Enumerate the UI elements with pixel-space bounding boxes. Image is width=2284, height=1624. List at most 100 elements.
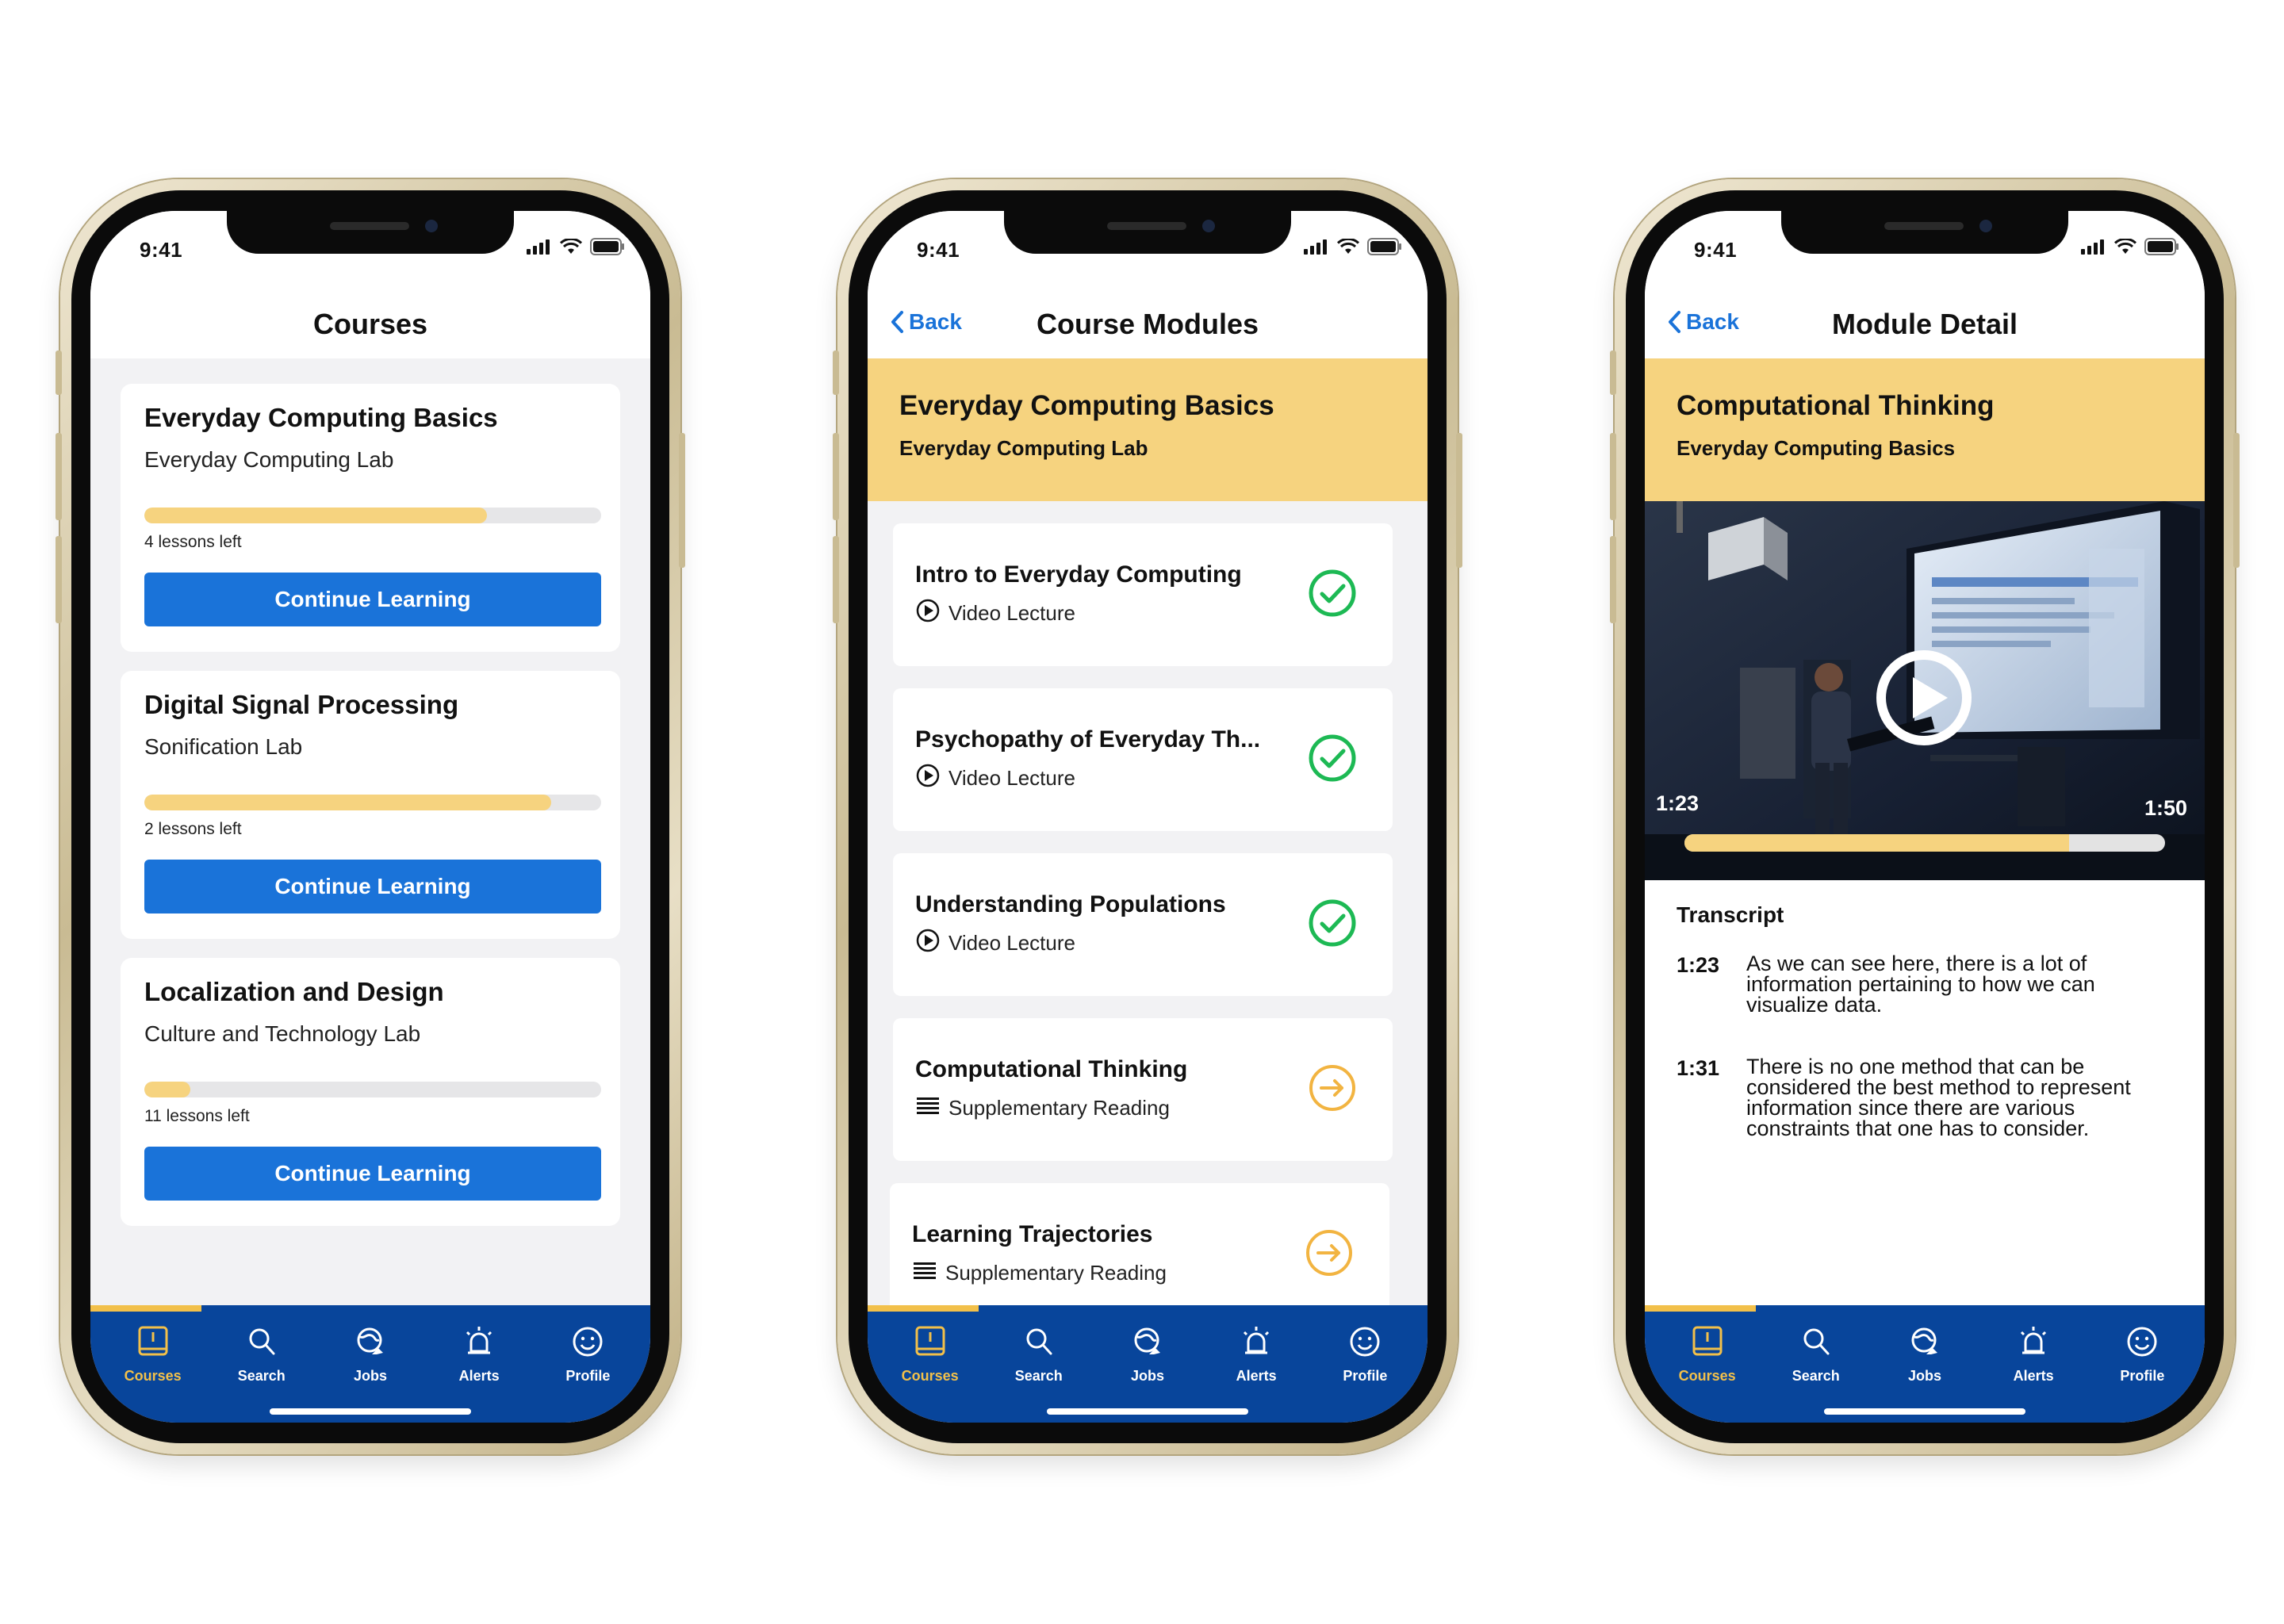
tab-alerts[interactable]: Alerts xyxy=(1986,1324,2081,1385)
tab-courses[interactable]: Courses xyxy=(1660,1324,1755,1385)
progress-bar xyxy=(144,795,601,810)
tab-label: Search xyxy=(1792,1368,1840,1384)
search-icon xyxy=(1799,1324,1834,1363)
video-progress-fill xyxy=(1684,834,2069,852)
tab-courses[interactable]: Courses xyxy=(105,1324,201,1385)
tab-alerts[interactable]: Alerts xyxy=(1209,1324,1304,1385)
chevron-left-icon xyxy=(1669,311,1680,333)
home-indicator[interactable] xyxy=(1824,1408,2025,1415)
course-card[interactable]: Everyday Computing Basics Everyday Compu… xyxy=(121,384,620,652)
course-card[interactable]: Localization and Design Culture and Tech… xyxy=(121,958,620,1226)
tab-jobs[interactable]: Jobs xyxy=(323,1324,418,1385)
tab-profile[interactable]: Profile xyxy=(1317,1324,1412,1385)
volume-up-button xyxy=(56,433,62,520)
tab-label: Jobs xyxy=(353,1368,387,1384)
tab-profile[interactable]: Profile xyxy=(2094,1324,2190,1385)
volume-up-button xyxy=(833,433,839,520)
nav-bar: Back Module Detail xyxy=(1645,290,2205,358)
jobs-icon xyxy=(353,1324,388,1363)
profile-icon xyxy=(2125,1324,2159,1363)
course-title: Localization and Design xyxy=(144,977,444,1006)
volume-down-button xyxy=(1610,536,1616,623)
battery-icon xyxy=(590,238,624,255)
tab-label: Search xyxy=(1014,1368,1063,1384)
module-type: Video Lecture xyxy=(915,928,1075,959)
tab-alerts[interactable]: Alerts xyxy=(431,1324,527,1385)
progress-bar xyxy=(144,1082,601,1097)
profile-icon xyxy=(1347,1324,1382,1363)
back-label: Back xyxy=(1686,309,1739,334)
module-card[interactable]: Computational Thinking Supplementary Rea… xyxy=(893,1018,1393,1161)
course-lab: Everyday Computing Lab xyxy=(144,447,394,472)
mute-switch xyxy=(1610,350,1616,395)
transcript-timestamp[interactable]: 1:23 xyxy=(1677,953,1746,1015)
check-circle-icon xyxy=(1307,733,1358,787)
tab-label: Courses xyxy=(1678,1368,1736,1384)
alerts-icon xyxy=(2016,1324,2051,1363)
course-lab: Sonification Lab xyxy=(144,734,303,759)
tab-label: Alerts xyxy=(2013,1368,2054,1384)
alerts-icon xyxy=(1239,1324,1274,1363)
tab-jobs[interactable]: Jobs xyxy=(1877,1324,1972,1385)
tab-label: Profile xyxy=(2120,1368,2165,1384)
signal-icon xyxy=(2081,239,2104,255)
course-header: Everyday Computing Basics Everyday Compu… xyxy=(868,358,1428,501)
module-card[interactable]: Psychopathy of Everyday Th... Video Lect… xyxy=(893,688,1393,831)
tab-search[interactable]: Search xyxy=(1769,1324,1864,1385)
module-title: Computational Thinking xyxy=(1677,390,1995,421)
jobs-icon xyxy=(1130,1324,1165,1363)
video-current-time: 1:23 xyxy=(1656,791,1700,815)
phone-module-detail: 9:41 Back Module Detail Computational Th… xyxy=(1610,179,2240,1454)
home-indicator[interactable] xyxy=(1047,1408,1248,1415)
tab-search[interactable]: Search xyxy=(214,1324,309,1385)
continue-learning-button[interactable]: Continue Learning xyxy=(144,573,601,626)
continue-learning-button[interactable]: Continue Learning xyxy=(144,1147,601,1201)
check-circle-icon xyxy=(1307,568,1358,622)
tab-profile[interactable]: Profile xyxy=(540,1324,635,1385)
video-progress-bar[interactable] xyxy=(1684,834,2165,852)
play-circle-icon xyxy=(915,598,941,629)
back-button[interactable]: Back xyxy=(890,309,962,335)
module-card[interactable]: Learning Trajectories Supplementary Read… xyxy=(890,1183,1389,1305)
transcript: Transcript 1:23 As we can see here, ther… xyxy=(1645,880,2205,1305)
module-detail: Computational Thinking Everyday Computin… xyxy=(1645,358,2205,1305)
continue-learning-button[interactable]: Continue Learning xyxy=(144,860,601,914)
wifi-icon xyxy=(2114,239,2136,254)
transcript-text: There is no one method that can be consi… xyxy=(1746,1055,2131,1140)
transcript-row: 1:31 There is no one method that can be … xyxy=(1677,1056,2176,1139)
power-button xyxy=(1456,433,1462,568)
status-time: 9:41 xyxy=(1694,238,1738,262)
module-card[interactable]: Intro to Everyday Computing Video Lectur… xyxy=(893,523,1393,666)
battery-icon xyxy=(1367,238,1401,255)
signal-icon xyxy=(1304,239,1327,255)
nav-bar: Back Course Modules xyxy=(868,290,1428,358)
tab-search[interactable]: Search xyxy=(991,1324,1086,1385)
tab-courses[interactable]: Courses xyxy=(883,1324,978,1385)
module-title: Learning Trajectories xyxy=(912,1221,1153,1247)
progress-fill xyxy=(144,1082,190,1097)
active-tab-indicator xyxy=(90,1305,201,1312)
back-button[interactable]: Back xyxy=(1667,309,1739,335)
module-title: Understanding Populations xyxy=(915,891,1226,917)
module-title: Computational Thinking xyxy=(915,1056,1188,1082)
module-type: Supplementary Reading xyxy=(912,1258,1167,1289)
course-card[interactable]: Digital Signal Processing Sonification L… xyxy=(121,671,620,939)
course-name: Everyday Computing Basics xyxy=(1677,436,1956,460)
play-icon[interactable] xyxy=(1875,649,1973,747)
courses-icon xyxy=(913,1324,948,1363)
module-card[interactable]: Understanding Populations Video Lecture xyxy=(893,853,1393,996)
tab-jobs[interactable]: Jobs xyxy=(1100,1324,1195,1385)
transcript-timestamp[interactable]: 1:31 xyxy=(1677,1056,1746,1139)
module-type-label: Video Lecture xyxy=(948,601,1075,625)
progress-fill xyxy=(144,795,551,810)
course-title: Digital Signal Processing xyxy=(144,690,459,719)
page-title: Module Detail xyxy=(1831,308,2018,340)
phone-courses: 9:41 Courses Everyday Computing Basics E… xyxy=(56,179,685,1454)
module-header: Computational Thinking Everyday Computin… xyxy=(1645,358,2205,501)
play-circle-icon xyxy=(915,928,941,959)
video-total-time: 1:50 xyxy=(2144,796,2187,820)
lessons-left: 2 lessons left xyxy=(144,820,242,838)
notch xyxy=(1781,211,2068,254)
home-indicator[interactable] xyxy=(270,1408,471,1415)
video-player[interactable]: 1:23 1:50 xyxy=(1645,501,2205,880)
